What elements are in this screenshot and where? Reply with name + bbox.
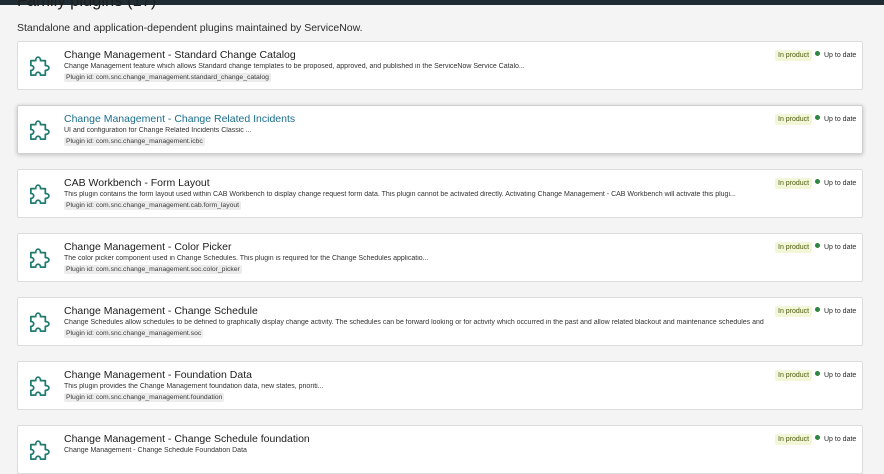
status-dot-icon	[815, 179, 820, 184]
plugin-title[interactable]: Change Management - Change Schedule foun…	[64, 433, 310, 445]
puzzle-piece-icon	[27, 372, 54, 399]
status-label: Up to date	[824, 436, 857, 443]
status-indicator: Up to date	[815, 435, 856, 443]
in-product-badge: In product	[775, 114, 813, 125]
plugin-card[interactable]: Change Management - Foundation Data This…	[17, 361, 863, 410]
plugin-id: Plugin id: com.snc.change_management.soc…	[64, 265, 242, 274]
puzzle-piece-icon	[27, 244, 54, 271]
plugin-title[interactable]: Change Management - Change Related Incid…	[64, 113, 295, 125]
plugin-id: Plugin id: com.snc.change_management.icb…	[64, 137, 205, 146]
status-indicator: Up to date	[815, 243, 856, 251]
puzzle-piece-icon	[27, 436, 54, 463]
status-dot-icon	[815, 243, 820, 248]
plugin-description: This plugin contains the form layout use…	[64, 191, 736, 198]
status-label: Up to date	[824, 180, 857, 187]
status-indicator: Up to date	[815, 115, 856, 123]
in-product-badge: In product	[775, 242, 813, 253]
status-label: Up to date	[824, 244, 857, 251]
status-dot-icon	[815, 307, 820, 312]
plugin-id: Plugin id: com.snc.change_management.fou…	[64, 393, 225, 402]
status-indicator: Up to date	[815, 307, 856, 315]
plugin-title[interactable]: Change Management - Standard Change Cata…	[64, 49, 296, 61]
plugin-card[interactable]: Change Management - Standard Change Cata…	[17, 41, 863, 90]
status-label: Up to date	[824, 372, 857, 379]
status-dot-icon	[815, 435, 820, 440]
status-indicator: Up to date	[815, 51, 856, 59]
in-product-badge: In product	[775, 178, 813, 189]
status-dot-icon	[815, 371, 820, 376]
plugin-description: UI and configuration for Change Related …	[64, 127, 252, 134]
in-product-badge: In product	[775, 306, 813, 317]
plugin-description: Change Management - Change Schedule Foun…	[64, 447, 247, 454]
in-product-badge: In product	[775, 370, 813, 381]
puzzle-piece-icon	[27, 116, 54, 143]
plugin-description: Change Management feature which allows S…	[64, 63, 525, 70]
status-indicator: Up to date	[815, 179, 856, 187]
plugin-card[interactable]: Change Management - Change Schedule foun…	[17, 425, 863, 474]
plugin-description: This plugin provides the Change Manageme…	[64, 383, 324, 390]
in-product-badge: In product	[775, 434, 813, 445]
status-label: Up to date	[824, 308, 857, 315]
plugin-id: Plugin id: com.snc.change_management.soc	[64, 329, 204, 338]
plugin-card[interactable]: CAB Workbench - Form Layout This plugin …	[17, 169, 863, 218]
plugin-title[interactable]: CAB Workbench - Form Layout	[64, 177, 210, 189]
status-dot-icon	[815, 51, 820, 56]
plugin-card[interactable]: Change Management - Color Picker The col…	[17, 233, 863, 282]
status-indicator: Up to date	[815, 371, 856, 379]
status-label: Up to date	[824, 116, 857, 123]
page-subtitle: Standalone and application-dependent plu…	[17, 22, 363, 34]
plugin-id: Plugin id: com.snc.change_management.cab…	[64, 201, 242, 210]
plugin-description: Change Schedules allow schedules to be d…	[64, 319, 764, 326]
puzzle-piece-icon	[27, 308, 54, 335]
puzzle-piece-icon	[27, 52, 54, 79]
plugin-title[interactable]: Change Management - Change Schedule	[64, 305, 258, 317]
plugin-card[interactable]: Change Management - Change Schedule Chan…	[17, 297, 863, 346]
status-dot-icon	[815, 115, 820, 120]
page-title: Family plugins (17)	[17, 0, 157, 10]
plugin-title[interactable]: Change Management - Color Picker	[64, 241, 232, 253]
status-label: Up to date	[824, 52, 857, 59]
puzzle-piece-icon	[27, 180, 54, 207]
plugin-title[interactable]: Change Management - Foundation Data	[64, 369, 252, 381]
plugin-card[interactable]: Change Management - Change Related Incid…	[17, 105, 863, 154]
in-product-badge: In product	[775, 50, 813, 61]
plugin-id: Plugin id: com.snc.change_management.sta…	[64, 73, 271, 82]
plugin-description: The color picker component used in Chang…	[64, 255, 429, 262]
